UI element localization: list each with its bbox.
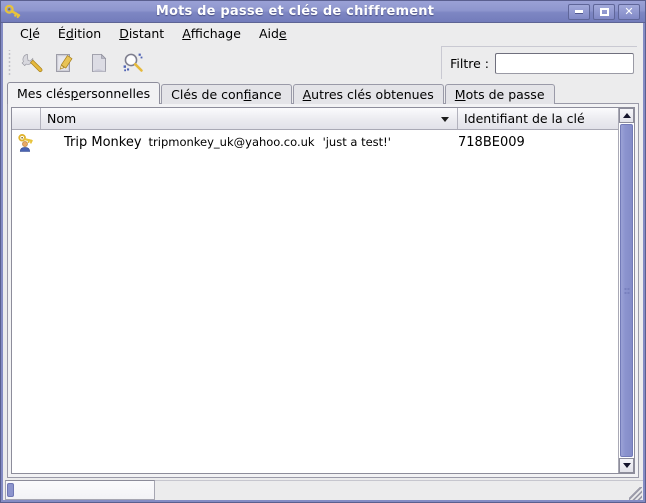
toolbar: Filtre : bbox=[3, 44, 643, 82]
maximize-button[interactable] bbox=[593, 3, 615, 20]
minimize-icon bbox=[575, 10, 583, 13]
scrollbar-grip-icon bbox=[623, 286, 630, 295]
key-list: Nom Identifiant de la clé Trip Monkey tr… bbox=[11, 107, 635, 474]
column-header-identifiant[interactable]: Identifiant de la clé bbox=[458, 108, 618, 129]
toolbar-buttons bbox=[13, 47, 149, 79]
tab-label-mnemonic: p bbox=[70, 86, 79, 101]
scroll-down-button[interactable] bbox=[619, 458, 634, 473]
vertical-scrollbar[interactable] bbox=[618, 108, 634, 473]
menu-item-cle[interactable]: Clé bbox=[11, 24, 49, 43]
tab-label-post: ance bbox=[251, 87, 282, 102]
key-icon bbox=[4, 3, 22, 21]
scroll-up-button[interactable] bbox=[619, 108, 634, 123]
scrollbar-thumb[interactable] bbox=[620, 124, 633, 457]
wrench-icon bbox=[21, 54, 43, 72]
tab-label-post: ots de passe bbox=[465, 87, 545, 102]
scroll-up-icon bbox=[622, 113, 631, 118]
import-button[interactable] bbox=[49, 47, 81, 79]
notebook: Mes clés p ersonnelles Clés de con fi ance … bbox=[3, 82, 643, 478]
toolbar-drag-handle[interactable] bbox=[6, 50, 13, 76]
menu-label-mnemonic: D bbox=[119, 26, 129, 41]
maximize-icon bbox=[599, 7, 609, 16]
column-header-label: Nom bbox=[47, 111, 77, 126]
seahorse-window: Mots de passe et clés de chiffrement ✕ C… bbox=[0, 0, 646, 503]
minimize-button[interactable] bbox=[568, 3, 590, 20]
tab-label-mnemonic: fi bbox=[243, 87, 252, 102]
key-name-cell: Trip Monkey tripmonkey_uk@yahoo.co.uk 'j… bbox=[41, 135, 451, 150]
scrollbar-track[interactable] bbox=[619, 123, 634, 458]
sort-descending-icon bbox=[441, 116, 449, 122]
page-icon bbox=[92, 53, 107, 72]
filter-label: Filtre : bbox=[450, 55, 489, 71]
tab-label-pre: Mes clés bbox=[17, 86, 71, 101]
menu-item-aide[interactable]: Aide bbox=[250, 24, 296, 43]
close-button[interactable]: ✕ bbox=[618, 3, 640, 20]
tab-label-post: utres clés obtenues bbox=[311, 87, 434, 102]
menu-label-mnemonic: e bbox=[278, 26, 287, 41]
key-comment: 'just a test!' bbox=[322, 135, 391, 149]
title-bar[interactable]: Mots de passe et clés de chiffrement ✕ bbox=[1, 1, 645, 23]
menu-label-pre: C bbox=[20, 26, 29, 41]
key-id-cell: 718BE009 bbox=[458, 135, 525, 150]
tab-mes-cles-personnelles[interactable]: Mes clés p ersonnelles bbox=[7, 82, 161, 104]
tab-label-mnemonic: M bbox=[454, 87, 466, 102]
key-list-main: Nom Identifiant de la clé Trip Monkey tr… bbox=[12, 108, 618, 473]
filter-area: Filtre : bbox=[441, 46, 637, 79]
export-button[interactable] bbox=[83, 47, 115, 79]
key-owner-email: tripmonkey_uk@yahoo.co.uk bbox=[148, 135, 315, 149]
tab-panel-mes-cles-personnelles: Nom Identifiant de la clé Trip Monkey tr… bbox=[7, 103, 639, 478]
personal-key-icon bbox=[12, 133, 41, 152]
key-owner-name: Trip Monkey bbox=[64, 135, 142, 150]
find-remote-button[interactable] bbox=[117, 47, 149, 79]
tab-label-post: ersonnelles bbox=[78, 86, 151, 101]
scroll-down-icon bbox=[622, 463, 631, 468]
column-header-nom[interactable]: Nom bbox=[41, 108, 458, 129]
status-panel bbox=[5, 480, 155, 500]
close-icon: ✕ bbox=[624, 5, 634, 18]
menu-label-post: é bbox=[32, 26, 40, 41]
table-row[interactable]: Trip Monkey tripmonkey_uk@yahoo.co.uk 'j… bbox=[12, 130, 618, 155]
menu-bar: Clé Édition Distant Affichage Aide bbox=[3, 23, 643, 44]
window-controls: ✕ bbox=[568, 3, 642, 20]
menu-label-pre: Aid bbox=[258, 26, 279, 41]
tab-strip: Mes clés p ersonnelles Clés de con fi ance … bbox=[7, 82, 639, 104]
menu-label-mnemonic: A bbox=[182, 26, 191, 41]
resize-grip-icon[interactable] bbox=[629, 487, 642, 500]
new-key-button[interactable] bbox=[15, 47, 47, 79]
tab-label-pre: Clés de con bbox=[171, 87, 244, 102]
tab-autres-cles-obtenues[interactable]: Autres clés obtenues bbox=[292, 84, 444, 104]
menu-label-pre: É bbox=[57, 26, 66, 41]
menu-item-affichage[interactable]: Affichage bbox=[173, 24, 250, 43]
magnifier-icon bbox=[123, 53, 143, 72]
column-header-icon[interactable] bbox=[12, 108, 41, 129]
tab-mots-de-passe[interactable]: Mots de passe bbox=[444, 84, 555, 104]
status-indicator-icon bbox=[7, 483, 14, 497]
menu-label-post: ition bbox=[73, 26, 102, 41]
tab-label-mnemonic: A bbox=[302, 87, 312, 102]
menu-item-edition[interactable]: Édition bbox=[49, 24, 110, 43]
key-list-header: Nom Identifiant de la clé bbox=[12, 108, 618, 130]
notepad-icon bbox=[56, 54, 73, 72]
menu-label-post: istant bbox=[128, 26, 165, 41]
status-filler bbox=[155, 480, 643, 500]
window-title: Mots de passe et clés de chiffrement bbox=[155, 4, 435, 19]
tab-cles-de-confiance[interactable]: Clés de con fi ance bbox=[161, 84, 292, 104]
menu-label-post: ffichage bbox=[190, 26, 241, 41]
column-header-label: Identifiant de la clé bbox=[464, 111, 585, 126]
status-bar bbox=[3, 478, 643, 500]
menu-item-distant[interactable]: Distant bbox=[110, 24, 173, 43]
window-body: Clé Édition Distant Affichage Aide Filtr… bbox=[1, 23, 645, 502]
filter-input[interactable] bbox=[495, 52, 634, 74]
menu-label-mnemonic: d bbox=[65, 26, 74, 41]
key-list-body[interactable]: Trip Monkey tripmonkey_uk@yahoo.co.uk 'j… bbox=[12, 130, 618, 473]
